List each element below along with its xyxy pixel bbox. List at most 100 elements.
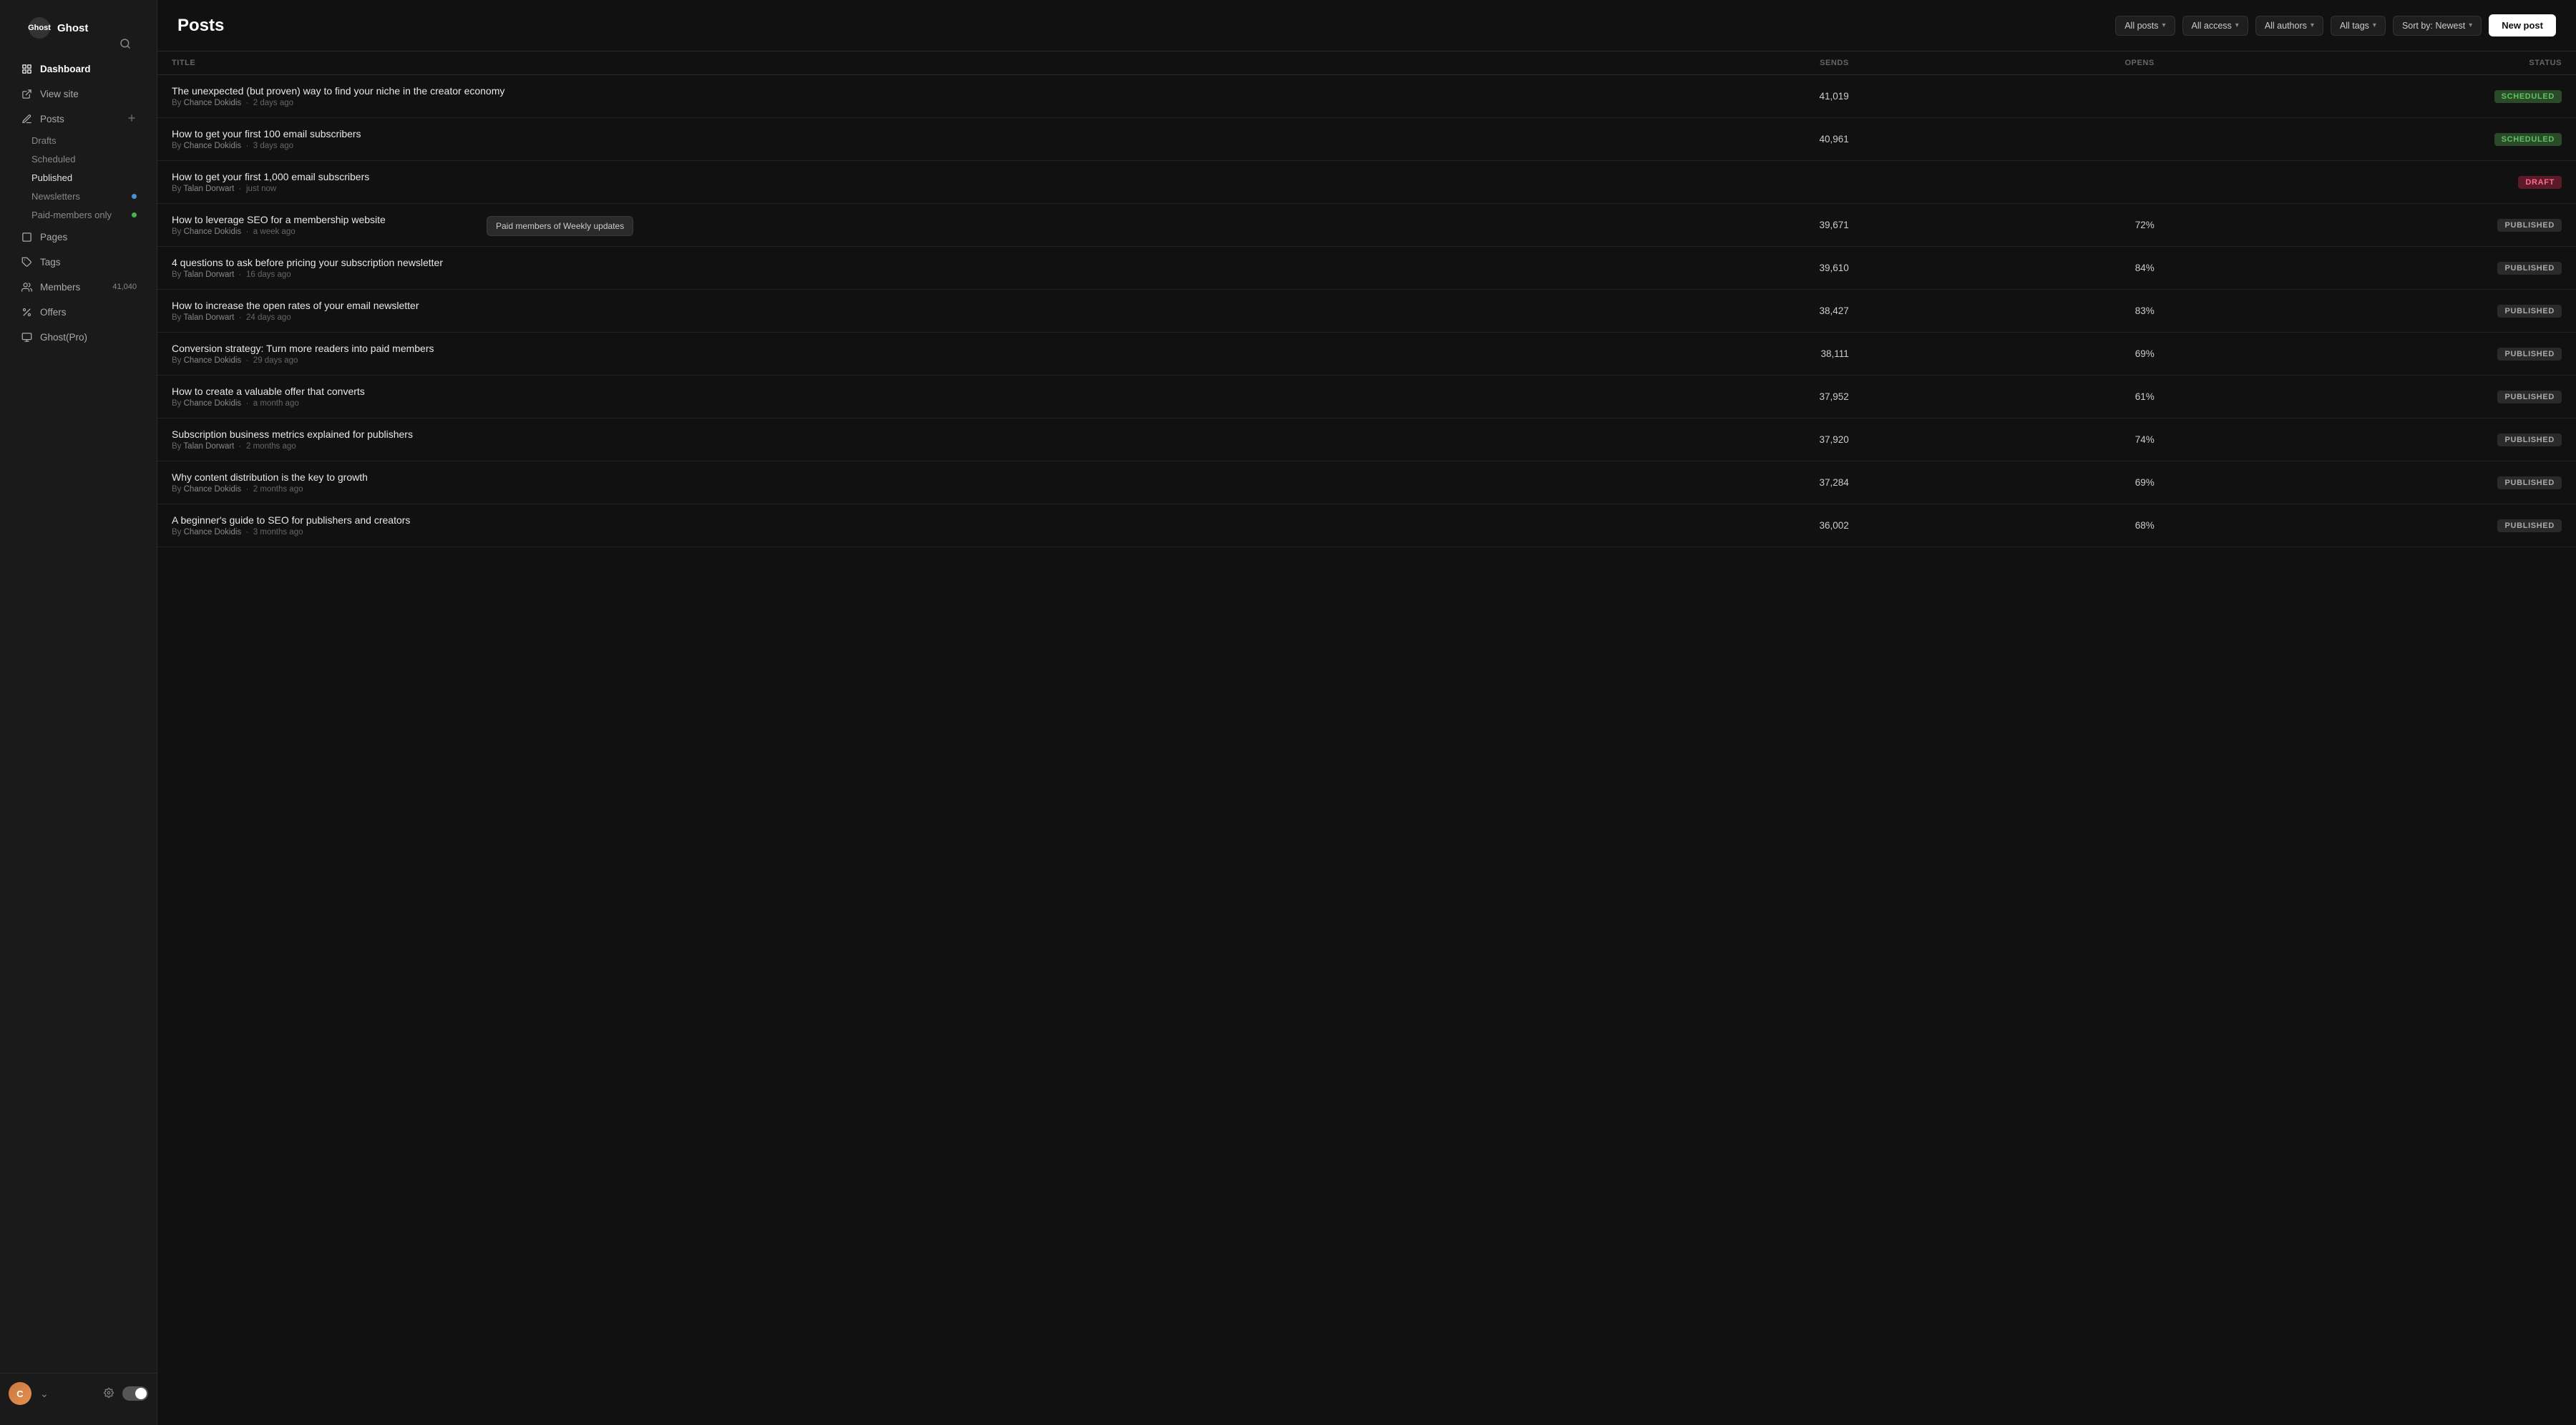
post-status-cell: PUBLISHED [2169, 376, 2576, 418]
app-logo[interactable]: Ghost Ghost [14, 11, 102, 53]
settings-icon[interactable] [101, 1385, 117, 1403]
post-meta: By Talan Dorwart · just now [172, 185, 1543, 193]
members-label: Members [40, 282, 80, 293]
all-tags-chevron: ▾ [2373, 21, 2376, 29]
new-post-button[interactable]: New post [2489, 14, 2556, 36]
chevron-down-icon[interactable]: ⌄ [37, 1385, 52, 1403]
sidebar-item-paid-members[interactable]: Paid-members only [6, 206, 151, 224]
post-meta: By Chance Dokidis · 3 days ago [172, 142, 1543, 150]
post-age: 2 days ago [253, 99, 293, 107]
sidebar-item-offers[interactable]: Offers [6, 300, 151, 324]
post-opens: 74% [1863, 418, 2169, 461]
post-title: How to get your first 100 email subscrib… [172, 128, 1543, 139]
pages-label: Pages [40, 232, 67, 243]
table-row[interactable]: How to get your first 1,000 email subscr… [157, 161, 2576, 204]
post-author: Talan Dorwart [183, 185, 234, 193]
paid-members-label: Paid-members only [31, 210, 112, 220]
post-meta: By Talan Dorwart · 2 months ago [172, 442, 1543, 451]
sidebar-item-scheduled[interactable]: Scheduled [6, 150, 151, 168]
col-header-opens: OPENS [1863, 52, 2169, 75]
table-row[interactable]: How to increase the open rates of your e… [157, 290, 2576, 333]
logo-icon: Ghost [29, 17, 50, 39]
sidebar-item-dashboard[interactable]: Dashboard [6, 57, 151, 81]
sidebar-item-members[interactable]: Members 41,040 [6, 275, 151, 299]
post-title-cell: Why content distribution is the key to g… [157, 461, 1558, 504]
post-sends: 39,671 [1558, 204, 1863, 247]
post-title: How to create a valuable offer that conv… [172, 386, 1543, 397]
table-row[interactable]: How to get your first 100 email subscrib… [157, 118, 2576, 161]
sidebar-item-newsletters[interactable]: Newsletters [6, 187, 151, 205]
post-sends: 38,111 [1558, 333, 1863, 376]
post-title: A beginner's guide to SEO for publishers… [172, 514, 1543, 526]
status-badge: PUBLISHED [2497, 476, 2562, 489]
app-name: Ghost [57, 22, 88, 34]
table-row[interactable]: Subscription business metrics explained … [157, 418, 2576, 461]
post-age: 2 months ago [253, 485, 303, 494]
status-badge: PUBLISHED [2497, 305, 2562, 318]
post-status-cell: PUBLISHED [2169, 461, 2576, 504]
post-author: Chance Dokidis [184, 99, 242, 107]
post-sends: 36,002 [1558, 504, 1863, 547]
status-badge: PUBLISHED [2497, 391, 2562, 403]
avatar[interactable]: C [9, 1382, 31, 1405]
sidebar-item-posts[interactable]: Posts [6, 107, 151, 131]
all-access-chevron: ▾ [2235, 21, 2239, 29]
table-row[interactable]: 4 questions to ask before pricing your s… [157, 247, 2576, 290]
sidebar-item-ghost-pro[interactable]: Ghost(Pro) [6, 325, 151, 349]
search-icon[interactable] [119, 38, 131, 53]
table-row[interactable]: How to create a valuable offer that conv… [157, 376, 2576, 418]
sidebar-item-pages[interactable]: Pages [6, 225, 151, 249]
table-row[interactable]: How to leverage SEO for a membership web… [157, 204, 2576, 247]
sort-filter[interactable]: Sort by: Newest ▾ [2393, 16, 2482, 36]
post-title: How to leverage SEO for a membership web… [172, 214, 1543, 225]
all-access-label: All access [2192, 21, 2232, 31]
post-meta: By Chance Dokidis · 2 days ago [172, 99, 1543, 107]
post-title-cell: The unexpected (but proven) way to find … [157, 75, 1558, 118]
view-site-label: View site [40, 89, 79, 99]
post-title-cell: Conversion strategy: Turn more readers i… [157, 333, 1558, 376]
post-meta: By Chance Dokidis · a week ago [172, 227, 1543, 236]
members-count: 41,040 [112, 283, 137, 291]
col-header-title: TITLE [157, 52, 1558, 75]
sidebar-item-drafts[interactable]: Drafts [6, 132, 151, 150]
all-posts-label: All posts [2124, 21, 2158, 31]
all-posts-chevron: ▾ [2162, 21, 2165, 29]
post-status-cell: PUBLISHED [2169, 204, 2576, 247]
all-authors-filter[interactable]: All authors ▾ [2255, 16, 2323, 36]
post-age: 2 months ago [246, 442, 296, 451]
post-author: Talan Dorwart [183, 442, 234, 451]
sidebar-item-view-site[interactable]: View site [6, 82, 151, 106]
table-row[interactable]: Conversion strategy: Turn more readers i… [157, 333, 2576, 376]
table-row[interactable]: Why content distribution is the key to g… [157, 461, 2576, 504]
post-sends [1558, 161, 1863, 204]
post-title: Why content distribution is the key to g… [172, 471, 1543, 483]
all-posts-filter[interactable]: All posts ▾ [2115, 16, 2175, 36]
post-opens: 69% [1863, 461, 2169, 504]
published-label: Published [31, 172, 72, 183]
post-title: Conversion strategy: Turn more readers i… [172, 343, 1543, 354]
table-row[interactable]: A beginner's guide to SEO for publishers… [157, 504, 2576, 547]
post-author: Chance Dokidis [184, 356, 242, 365]
post-sends: 39,610 [1558, 247, 1863, 290]
sidebar-item-published[interactable]: Published [6, 169, 151, 187]
theme-toggle[interactable] [122, 1386, 148, 1401]
post-meta: By Chance Dokidis · a month ago [172, 399, 1543, 408]
toggle-knob [135, 1388, 147, 1399]
sort-chevron: ▾ [2469, 21, 2472, 29]
post-status-cell: SCHEDULED [2169, 118, 2576, 161]
posts-table-container: TITLE SENDS OPENS STATUS The unexpected … [157, 52, 2576, 1425]
table-row[interactable]: The unexpected (but proven) way to find … [157, 75, 2576, 118]
scheduled-label: Scheduled [31, 154, 75, 165]
post-status-cell: PUBLISHED [2169, 504, 2576, 547]
post-opens [1863, 118, 2169, 161]
sidebar-item-tags[interactable]: Tags [6, 250, 151, 274]
all-access-filter[interactable]: All access ▾ [2182, 16, 2248, 36]
sidebar: Ghost Ghost Dashboard View site [0, 0, 157, 1425]
posts-add-icon[interactable] [127, 113, 137, 125]
paid-members-dot [132, 212, 137, 217]
all-tags-filter[interactable]: All tags ▾ [2331, 16, 2386, 36]
dashboard-icon [20, 62, 33, 75]
post-meta: By Chance Dokidis · 3 months ago [172, 528, 1543, 537]
post-author: Chance Dokidis [184, 142, 242, 150]
page-header: Posts All posts ▾ All access ▾ All autho… [157, 0, 2576, 52]
